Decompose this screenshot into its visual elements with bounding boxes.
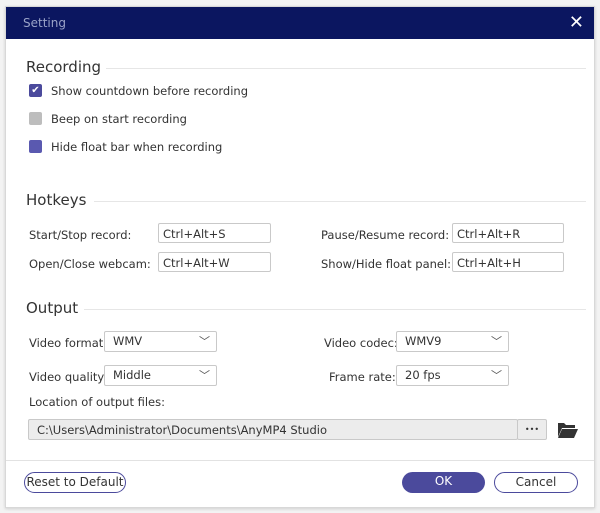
start-stop-label: Start/Stop record: xyxy=(29,228,132,242)
start-stop-hotkey-input[interactable]: Ctrl+Alt+S xyxy=(158,223,271,243)
title-bar: Setting ✕ xyxy=(6,7,594,39)
frame-rate-value: 20 fps xyxy=(405,368,441,382)
video-quality-select[interactable]: Middle ﹀ xyxy=(104,365,217,386)
frame-rate-label: Frame rate: xyxy=(329,370,396,384)
cancel-button[interactable]: Cancel xyxy=(494,472,578,493)
divider xyxy=(84,309,586,310)
location-label: Location of output files: xyxy=(29,395,166,409)
float-panel-hotkey-input[interactable]: Ctrl+Alt+H xyxy=(452,252,564,272)
video-format-label: Video format: xyxy=(29,336,108,350)
output-heading: Output xyxy=(26,299,79,317)
chevron-down-icon: ﹀ xyxy=(491,335,502,348)
video-codec-value: WMV9 xyxy=(405,334,442,348)
webcam-hotkey-input[interactable]: Ctrl+Alt+W xyxy=(158,252,271,272)
pause-resume-label: Pause/Resume record: xyxy=(321,228,450,242)
close-icon[interactable]: ✕ xyxy=(569,12,584,33)
divider xyxy=(94,201,586,202)
video-quality-label: Video quality: xyxy=(29,370,108,384)
chevron-down-icon: ﹀ xyxy=(199,335,210,348)
ok-button[interactable]: OK xyxy=(402,472,485,493)
video-format-value: WMV xyxy=(113,334,143,348)
chevron-down-icon: ﹀ xyxy=(491,369,502,382)
video-quality-value: Middle xyxy=(113,368,151,382)
browse-button[interactable]: ••• xyxy=(517,419,547,440)
float-panel-label: Show/Hide float panel: xyxy=(321,257,452,271)
recording-heading: Recording xyxy=(26,58,102,76)
beep-label: Beep on start recording xyxy=(51,112,187,126)
folder-icon[interactable] xyxy=(557,421,579,439)
chevron-down-icon: ﹀ xyxy=(199,369,210,382)
pause-resume-hotkey-input[interactable]: Ctrl+Alt+R xyxy=(452,223,564,243)
frame-rate-select[interactable]: 20 fps ﹀ xyxy=(396,365,509,386)
dialog-title: Setting xyxy=(23,16,66,30)
output-path-field[interactable]: C:\Users\Administrator\Documents\AnyMP4 … xyxy=(28,419,518,440)
beep-checkbox[interactable] xyxy=(29,112,42,125)
hide-float-bar-checkbox[interactable] xyxy=(29,140,42,153)
hotkeys-heading: Hotkeys xyxy=(26,191,87,209)
divider xyxy=(106,68,586,69)
footer-divider xyxy=(6,460,594,461)
settings-dialog: Setting ✕ Recording ✔ Show countdown bef… xyxy=(5,6,595,508)
countdown-label: Show countdown before recording xyxy=(51,84,248,98)
hide-float-bar-label: Hide float bar when recording xyxy=(51,140,223,154)
webcam-label: Open/Close webcam: xyxy=(29,257,151,271)
countdown-checkbox[interactable]: ✔ xyxy=(29,84,42,97)
reset-to-default-button[interactable]: Reset to Default xyxy=(24,472,126,493)
video-codec-label: Video codec: xyxy=(324,336,398,350)
video-codec-select[interactable]: WMV9 ﹀ xyxy=(396,331,509,352)
video-format-select[interactable]: WMV ﹀ xyxy=(104,331,217,352)
